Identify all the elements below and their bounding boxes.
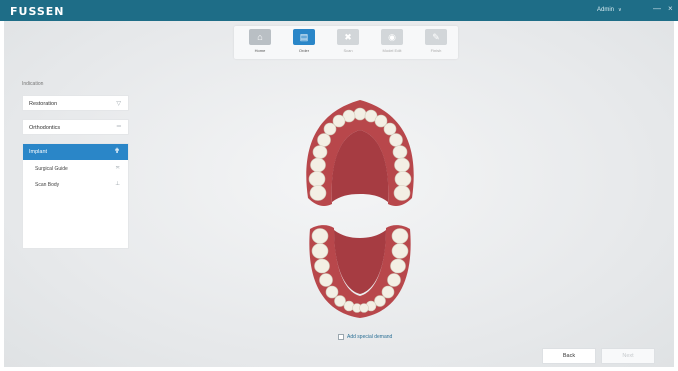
upper-tooth[interactable] — [323, 122, 337, 136]
app-logo: FUSSEN — [10, 5, 65, 18]
indication-title: Indication — [22, 81, 44, 87]
order-icon: ▤ — [293, 29, 315, 45]
upper-tooth[interactable] — [394, 171, 412, 187]
surgical-guide-label: Surgical Guide — [35, 166, 68, 172]
scan-body-icon: ⊥ — [115, 181, 120, 187]
model-edit-icon: ◉ — [381, 29, 403, 45]
orthodontics-icon: ═ — [116, 124, 121, 130]
toolbar-scan[interactable]: ✖ Scan — [330, 29, 366, 57]
lower-tooth[interactable] — [319, 273, 333, 287]
toolbar-home-label: Home — [254, 48, 266, 53]
next-button[interactable]: Next — [601, 348, 655, 364]
scan-icon: ✖ — [337, 29, 359, 45]
upper-tooth[interactable] — [308, 171, 326, 187]
upper-tooth[interactable] — [312, 145, 328, 159]
lower-tooth[interactable] — [314, 258, 330, 274]
lower-tooth[interactable] — [387, 273, 401, 287]
upper-tooth[interactable] — [392, 145, 408, 159]
back-button[interactable]: Back — [542, 348, 596, 364]
implant-icon: ✟ — [114, 148, 120, 155]
upper-tooth[interactable] — [317, 133, 331, 147]
indication-implant[interactable]: Implant ✟ — [23, 144, 128, 160]
upper-tooth[interactable] — [310, 157, 326, 173]
scan-body-label: Scan Body — [35, 182, 60, 188]
upper-jaw[interactable] — [306, 100, 414, 206]
user-menu[interactable]: Admin ∨ — [597, 7, 622, 13]
indication-restoration[interactable]: Restoration ▽ — [22, 95, 129, 111]
toolbar-home[interactable]: ⌂ Home — [242, 29, 278, 57]
toolbar-scan-label: Scan — [343, 48, 353, 53]
lower-tooth[interactable] — [391, 228, 409, 244]
upper-tooth[interactable] — [389, 133, 403, 147]
indication-implant-label: Implant — [29, 149, 48, 155]
lower-jaw[interactable] — [309, 225, 411, 318]
lower-tooth[interactable] — [390, 258, 406, 274]
upper-tooth[interactable] — [309, 185, 327, 201]
user-name: Admin — [597, 7, 615, 13]
toolbar-finish[interactable]: ✎ Finish — [418, 29, 454, 57]
chevron-down-icon: ∨ — [618, 7, 622, 13]
title-bar: FUSSEN Admin ∨ — × — [0, 0, 678, 21]
toolbar-model-edit-label: Model Edit — [382, 48, 402, 53]
minimize-icon[interactable]: — — [653, 4, 661, 13]
implant-scan-body[interactable]: Scan Body ⊥ — [23, 179, 128, 191]
toolbar-order[interactable]: ▤ Order — [286, 29, 322, 57]
lower-tooth[interactable] — [359, 303, 369, 313]
workspace: ⌂ Home ▤ Order ✖ Scan ◉ Model Edit ✎ Fin… — [4, 21, 674, 367]
toolbar-order-label: Order — [298, 48, 310, 53]
implant-panel: Implant ✟ Surgical Guide ≍ Scan Body ⊥ — [22, 143, 129, 249]
indication-orthodontics[interactable]: Orthodontics ═ — [22, 119, 129, 135]
lower-tooth[interactable] — [311, 243, 329, 259]
toolbar-finish-label: Finish — [430, 48, 442, 53]
upper-tooth[interactable] — [383, 122, 397, 136]
toolbar-model-edit[interactable]: ◉ Model Edit — [374, 29, 410, 57]
lower-tooth[interactable] — [325, 285, 339, 299]
upper-tooth[interactable] — [394, 157, 410, 173]
indication-orthodontics-label: Orthodontics — [29, 125, 61, 131]
dental-arch-chart[interactable] — [300, 96, 420, 321]
upper-tooth[interactable] — [393, 185, 411, 201]
lower-tooth[interactable] — [311, 228, 329, 244]
special-demand-checkbox[interactable] — [338, 334, 344, 340]
lower-tooth[interactable] — [391, 243, 409, 259]
upper-tooth[interactable] — [353, 107, 367, 121]
indication-restoration-label: Restoration — [29, 101, 58, 107]
workflow-toolbar: ⌂ Home ▤ Order ✖ Scan ◉ Model Edit ✎ Fin… — [234, 26, 458, 59]
home-icon: ⌂ — [249, 29, 271, 45]
implant-surgical-guide[interactable]: Surgical Guide ≍ — [23, 163, 128, 175]
special-demand-label[interactable]: Add special demand — [347, 334, 392, 340]
finish-icon: ✎ — [425, 29, 447, 45]
restoration-icon: ▽ — [116, 101, 121, 107]
surgical-guide-icon: ≍ — [115, 165, 120, 171]
lower-tooth[interactable] — [381, 285, 395, 299]
close-icon[interactable]: × — [668, 4, 673, 13]
